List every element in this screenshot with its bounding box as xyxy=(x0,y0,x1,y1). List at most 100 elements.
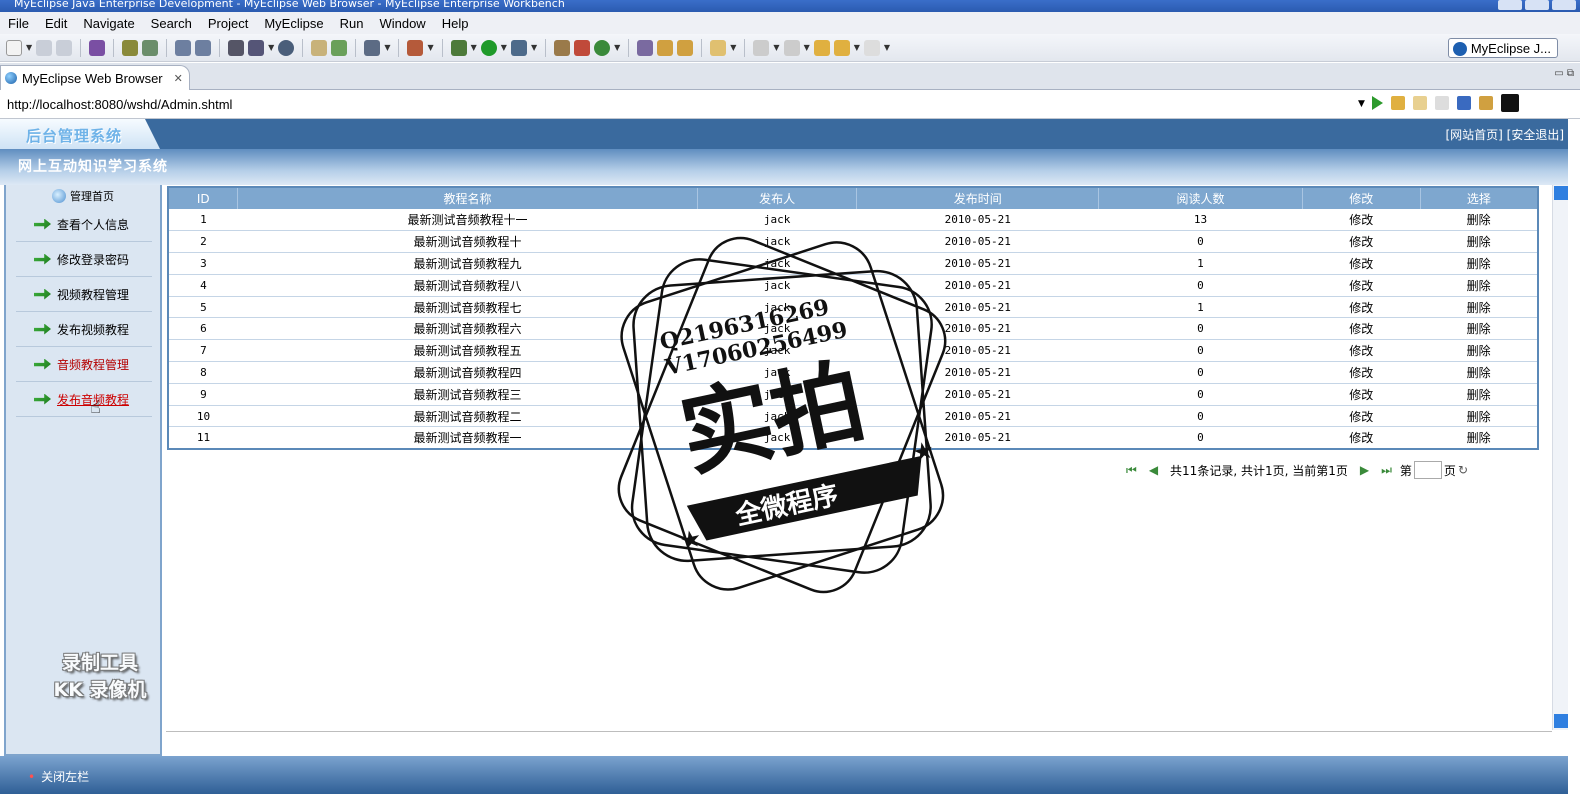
menu-project[interactable]: Project xyxy=(200,16,256,31)
chevron-down-icon[interactable]: ▼ xyxy=(1358,99,1365,109)
open-type-icon[interactable] xyxy=(364,39,381,56)
last-page-icon[interactable]: ⏭ xyxy=(1381,463,1392,478)
maximize-window-button[interactable] xyxy=(1525,0,1549,10)
vertical-scrollbar[interactable] xyxy=(1552,185,1568,730)
open-perspective-icon[interactable] xyxy=(637,39,654,56)
new-wizard-icon[interactable] xyxy=(407,39,424,56)
sidebar-item-profile[interactable]: 查看个人信息 xyxy=(16,207,152,242)
menu-help[interactable]: Help xyxy=(434,16,477,31)
chevron-down-icon[interactable]: ▼ xyxy=(773,43,779,52)
delete-link[interactable]: 删除 xyxy=(1420,252,1538,275)
close-icon[interactable]: ✕ xyxy=(174,72,183,85)
server-icon[interactable] xyxy=(142,39,159,56)
edit-icon[interactable] xyxy=(175,39,192,56)
edit-link[interactable]: 修改 xyxy=(1302,426,1421,450)
forward-arrow-icon[interactable] xyxy=(863,39,880,56)
chevron-down-icon[interactable]: ▼ xyxy=(268,43,274,52)
package-icon[interactable] xyxy=(89,39,106,56)
rocket-icon[interactable] xyxy=(657,39,674,56)
folder-icon[interactable] xyxy=(311,39,328,56)
chevron-down-icon[interactable]: ▼ xyxy=(26,43,32,52)
chevron-down-icon[interactable]: ▼ xyxy=(501,43,507,52)
delete-link[interactable]: 删除 xyxy=(1420,209,1538,232)
open-folder-icon[interactable] xyxy=(677,39,694,56)
delete-link[interactable]: 删除 xyxy=(1420,230,1538,254)
delete-link[interactable]: 删除 xyxy=(1420,426,1538,450)
edit-link[interactable]: 修改 xyxy=(1302,230,1421,254)
globe-icon[interactable] xyxy=(278,39,295,56)
minimize-window-button[interactable] xyxy=(1498,0,1522,10)
edit-link[interactable]: 修改 xyxy=(1302,317,1421,341)
tab-web-browser[interactable]: MyEclipse Web Browser ✕ xyxy=(0,65,190,90)
delete-link[interactable]: 删除 xyxy=(1420,339,1538,363)
bookmark-star-icon[interactable] xyxy=(1391,96,1405,110)
sidebar-item-audio-manage[interactable]: 音频教程管理 xyxy=(16,347,152,382)
edit-link[interactable]: 修改 xyxy=(1302,252,1421,275)
refresh-icon[interactable] xyxy=(594,39,611,56)
delete-link[interactable]: 删除 xyxy=(1420,383,1538,406)
annotation-icon[interactable] xyxy=(710,39,727,56)
external-tools-icon[interactable] xyxy=(510,39,527,56)
close-left-panel-link[interactable]: 关闭左栏 xyxy=(28,768,89,785)
console-icon[interactable] xyxy=(1501,94,1519,112)
delete-link[interactable]: 删除 xyxy=(1420,274,1538,297)
import-icon[interactable] xyxy=(331,39,348,56)
chevron-down-icon[interactable]: ▼ xyxy=(531,43,537,52)
back-icon[interactable] xyxy=(1413,96,1427,110)
debug-icon[interactable] xyxy=(450,39,467,56)
menu-navigate[interactable]: Navigate xyxy=(75,16,142,31)
run-icon[interactable] xyxy=(480,39,497,56)
delete-link[interactable]: 删除 xyxy=(1420,405,1538,428)
header-links[interactable]: [网站首页] [安全退出] xyxy=(1445,126,1564,143)
chevron-down-icon[interactable]: ▼ xyxy=(427,43,433,52)
menu-edit[interactable]: Edit xyxy=(37,16,75,31)
new-class-icon[interactable] xyxy=(574,39,591,56)
menu-search[interactable]: Search xyxy=(143,16,200,31)
edit-link[interactable]: 修改 xyxy=(1302,209,1421,232)
edit-link[interactable]: 修改 xyxy=(1302,383,1421,406)
menu-myeclipse[interactable]: MyEclipse xyxy=(256,16,331,31)
sidebar-item-change-password[interactable]: 修改登录密码 xyxy=(16,242,152,277)
chevron-down-icon[interactable]: ▼ xyxy=(730,43,736,52)
go-page-icon[interactable]: ↻ xyxy=(1458,463,1468,477)
delete-link[interactable]: 删除 xyxy=(1420,296,1538,319)
chevron-down-icon[interactable]: ▼ xyxy=(854,43,860,52)
edit-link[interactable]: 修改 xyxy=(1302,296,1421,319)
close-window-button[interactable] xyxy=(1552,0,1576,10)
minimize-maximize-icons[interactable]: ▭ ⧉ xyxy=(1554,68,1574,79)
edit-link[interactable]: 修改 xyxy=(1302,339,1421,363)
scroll-down-button[interactable] xyxy=(1554,714,1568,728)
open-task-icon[interactable] xyxy=(554,39,571,56)
sidebar-home[interactable]: 管理首页 xyxy=(6,185,160,207)
edit-link[interactable]: 修改 xyxy=(1302,274,1421,297)
edit-link[interactable]: 修改 xyxy=(1302,361,1421,384)
build-icon[interactable] xyxy=(248,39,265,56)
url-input[interactable] xyxy=(0,93,1366,115)
edit-link[interactable]: 修改 xyxy=(1302,405,1421,428)
next-page-icon[interactable]: ▶ xyxy=(1360,463,1369,477)
delete-link[interactable]: 删除 xyxy=(1420,317,1538,341)
delete-link[interactable]: 删除 xyxy=(1420,361,1538,384)
refresh-icon[interactable] xyxy=(1479,96,1493,110)
page-number-input[interactable] xyxy=(1413,461,1442,479)
print-icon[interactable] xyxy=(56,39,73,56)
go-icon[interactable] xyxy=(1372,96,1383,110)
chevron-down-icon[interactable]: ▼ xyxy=(471,43,477,52)
stop-icon[interactable] xyxy=(1457,96,1471,110)
chevron-down-icon[interactable]: ▼ xyxy=(384,43,390,52)
bug-icon[interactable] xyxy=(122,39,139,56)
perspective-switcher[interactable]: MyEclipse J... xyxy=(1447,38,1558,58)
sidebar-item-video-manage[interactable]: 视频教程管理 xyxy=(16,277,152,312)
scroll-up-button[interactable] xyxy=(1554,186,1568,200)
chevron-down-icon[interactable]: ▼ xyxy=(804,43,810,52)
menu-file[interactable]: File xyxy=(0,16,37,31)
new-file-icon[interactable] xyxy=(6,39,22,56)
first-page-icon[interactable]: ⏮ xyxy=(1126,463,1137,478)
sidebar-item-audio-publish[interactable]: 发布音频教程 xyxy=(16,382,152,417)
last-edit-icon[interactable] xyxy=(813,39,830,56)
chevron-down-icon[interactable]: ▼ xyxy=(614,43,620,52)
save-icon[interactable] xyxy=(36,39,53,56)
chevron-down-icon[interactable]: ▼ xyxy=(884,43,890,52)
menu-window[interactable]: Window xyxy=(371,16,433,31)
sidebar-item-video-publish[interactable]: 发布视频教程 xyxy=(16,312,152,347)
